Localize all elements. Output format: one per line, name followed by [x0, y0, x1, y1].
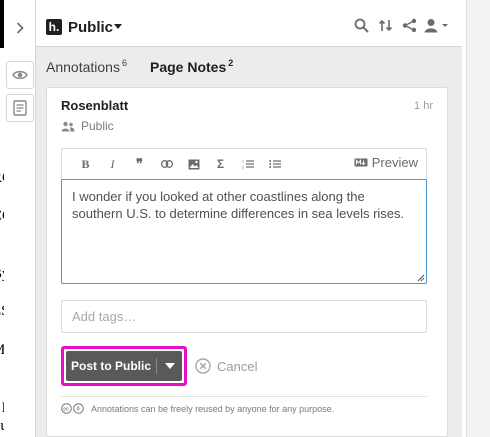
annotation-user[interactable]: Rosenblatt	[61, 98, 128, 113]
svg-text:cc: cc	[63, 407, 69, 413]
bold-icon[interactable]: B	[72, 154, 99, 174]
preview-button[interactable]: Preview	[354, 155, 418, 170]
svg-text:0: 0	[77, 407, 80, 413]
sort-icon[interactable]	[376, 16, 394, 34]
tab-annotations-label: Annotations	[46, 59, 120, 75]
math-icon[interactable]: Σ	[207, 154, 234, 174]
eye-icon	[12, 70, 28, 80]
bullet-list-icon[interactable]	[261, 154, 288, 174]
markdown-icon	[354, 158, 368, 167]
preview-label: Preview	[371, 155, 418, 170]
cancel-label: Cancel	[217, 358, 258, 374]
close-circle-icon	[195, 358, 211, 374]
share-icon[interactable]	[400, 16, 418, 34]
post-to-public-button[interactable]: Post to Public	[66, 351, 182, 381]
publish-highlight: Post to Public	[61, 346, 187, 386]
tab-annotations[interactable]: Annotations 6	[46, 58, 127, 75]
sidebar-toggle-button[interactable]	[4, 8, 36, 48]
user-icon[interactable]	[424, 16, 450, 34]
creative-commons-icon[interactable]: cc 0	[61, 403, 85, 414]
annotation-timestamp[interactable]: 1 hr	[414, 100, 433, 112]
markdown-toolbar: B I ❞ Σ 12 Preview	[61, 148, 427, 179]
page-note-card: Rosenblatt 1 hr Public B I ❞ Σ 12 Previe…	[46, 87, 448, 437]
quote-icon[interactable]: ❞	[126, 154, 153, 174]
annotation-sidebar: h. Public Annotations 6 Page Notes 2 Ros…	[36, 0, 490, 437]
image-icon[interactable]	[180, 154, 207, 174]
tags-placeholder: Add tags…	[72, 309, 137, 324]
chevron-right-icon	[16, 22, 24, 34]
right-edge-pane	[466, 0, 490, 437]
link-icon[interactable]	[153, 154, 180, 174]
tab-page-notes-count: 2	[228, 58, 234, 68]
license-notice: cc 0 Annotations can be freely reused by …	[61, 403, 334, 414]
publish-menu-toggle[interactable]	[157, 363, 182, 369]
caret-down-icon	[164, 363, 175, 369]
new-page-note-button[interactable]	[6, 94, 34, 122]
sidebar-tabs: Annotations 6 Page Notes 2	[36, 56, 462, 82]
show-highlights-button[interactable]	[6, 61, 34, 89]
annotation-text: I wonder if you looked at other coastlin…	[72, 189, 405, 221]
tab-page-notes[interactable]: Page Notes 2	[150, 58, 233, 75]
visibility-label: Public	[81, 119, 114, 133]
license-divider	[61, 396, 427, 397]
sidebar-toolbar	[4, 0, 36, 437]
sidebar-top-bar: h. Public	[36, 0, 462, 47]
svg-text:1: 1	[242, 160, 244, 164]
numbered-list-icon[interactable]: 12	[234, 154, 261, 174]
annotation-sidebar-frame: h. Public Annotations 6 Page Notes 2 Ros…	[4, 0, 490, 437]
publish-label: Post to Public	[71, 359, 152, 373]
tab-page-notes-label: Page Notes	[150, 59, 227, 75]
hypothesis-logo[interactable]: h.	[46, 19, 62, 35]
tags-input[interactable]: Add tags…	[61, 300, 427, 333]
group-icon	[61, 121, 75, 131]
page-notes-icon	[13, 100, 27, 116]
license-text: Annotations can be freely reused by anyo…	[91, 403, 335, 414]
visibility-indicator: Public	[61, 119, 114, 133]
annotation-text-input[interactable]: I wonder if you looked at other coastlin…	[61, 179, 427, 284]
tab-annotations-count: 6	[121, 58, 127, 68]
resize-grip-icon[interactable]	[417, 274, 425, 282]
chevron-down-icon[interactable]	[114, 24, 122, 29]
italic-icon[interactable]: I	[99, 154, 126, 174]
group-selector[interactable]: Public	[68, 19, 113, 36]
svg-text:2: 2	[242, 166, 244, 170]
cancel-button[interactable]: Cancel	[195, 358, 257, 374]
search-icon[interactable]	[352, 16, 370, 34]
top-bar-actions	[352, 16, 450, 34]
